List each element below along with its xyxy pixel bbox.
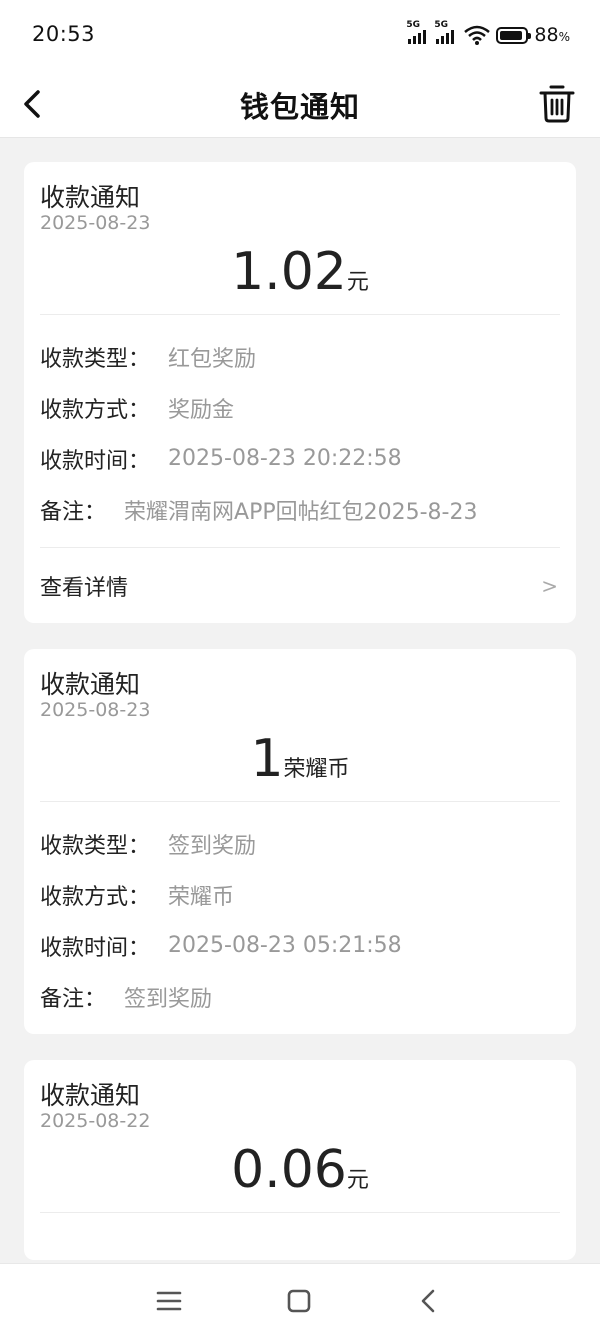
amount-value: 0.06 xyxy=(231,1140,347,1200)
row-payment-time: 收款时间： 2025-08-23 20:22:58 xyxy=(40,433,560,484)
row-label: 收款方式： xyxy=(40,884,151,910)
detail-rows: 收款类型： 红包奖励 收款方式： 奖励金 收款时间： 2025-08-23 20… xyxy=(40,315,560,547)
nav-home-button[interactable] xyxy=(284,1286,314,1316)
amount-unit: 元 xyxy=(346,270,369,295)
notification-card: 收款通知 2025-08-22 0.06元 xyxy=(24,1060,576,1260)
notification-card: 收款通知 2025-08-23 1.02元 收款类型： 红包奖励 收款方式： 奖… xyxy=(24,162,576,623)
amount: 0.06元 xyxy=(40,1140,560,1200)
signal-label-1: 5G xyxy=(406,20,421,30)
system-nav-bar xyxy=(0,1263,600,1335)
row-value: 荣耀渭南网APP回帖红包2025-8-23 xyxy=(124,499,478,525)
row-payment-type: 收款类型： 红包奖励 xyxy=(40,331,560,382)
card-title: 收款通知 xyxy=(40,1081,141,1110)
signal-label-2: 5G xyxy=(434,20,449,30)
status-icons: 5G 5G 88% xyxy=(406,20,570,46)
card-date: 2025-08-22 xyxy=(40,1110,151,1132)
notification-list: 收款通知 2025-08-23 1.02元 收款类型： 红包奖励 收款方式： 奖… xyxy=(24,162,576,1286)
row-label: 收款时间： xyxy=(40,935,151,961)
card-title: 收款通知 xyxy=(40,183,141,212)
row-payment-method: 收款方式： 荣耀币 xyxy=(40,869,560,920)
row-label: 备注： xyxy=(40,499,107,525)
amount: 1荣耀币 xyxy=(40,729,560,789)
status-time: 20:53 xyxy=(32,22,96,46)
back-triangle-icon xyxy=(421,1289,435,1313)
nav-back-button[interactable] xyxy=(414,1286,444,1316)
amount-unit: 元 xyxy=(346,1168,369,1193)
row-value: 2025-08-23 05:21:58 xyxy=(168,933,402,958)
delete-button[interactable] xyxy=(536,80,578,126)
row-value: 红包奖励 xyxy=(168,346,257,372)
amount: 1.02元 xyxy=(40,242,560,302)
detail-rows: 收款类型： 签到奖励 收款方式： 荣耀币 收款时间： 2025-08-23 05… xyxy=(40,802,560,1034)
row-label: 收款方式： xyxy=(40,397,151,423)
amount-unit: 荣耀币 xyxy=(283,757,350,782)
page-title: 钱包通知 xyxy=(239,90,360,124)
row-remark: 备注： 签到奖励 xyxy=(40,971,560,1022)
row-label: 收款类型： xyxy=(40,346,151,372)
row-label: 收款类型： xyxy=(40,833,151,859)
card-date: 2025-08-23 xyxy=(40,699,151,721)
row-value: 荣耀币 xyxy=(168,884,235,910)
card-date: 2025-08-23 xyxy=(40,212,151,234)
row-payment-type: 收款类型： 签到奖励 xyxy=(40,818,560,869)
row-label: 备注： xyxy=(40,986,107,1012)
battery-percent: 88% xyxy=(534,24,570,46)
notification-card: 收款通知 2025-08-23 1荣耀币 收款类型： 签到奖励 收款方式： 荣耀… xyxy=(24,649,576,1034)
trash-icon xyxy=(539,85,575,123)
row-payment-method: 收款方式： 奖励金 xyxy=(40,382,560,433)
divider xyxy=(40,1212,560,1213)
row-value: 签到奖励 xyxy=(168,833,257,859)
row-value: 2025-08-23 20:22:58 xyxy=(168,446,402,471)
cellular-signal-icon: 5G xyxy=(434,20,458,44)
status-bar: 20:53 5G 5G 88% xyxy=(0,0,600,70)
row-label: 收款时间： xyxy=(40,448,151,474)
home-square-icon xyxy=(287,1289,311,1313)
menu-icon xyxy=(156,1291,182,1311)
row-value: 签到奖励 xyxy=(124,986,213,1012)
chevron-right-icon: > xyxy=(541,573,558,598)
cellular-signal-icon: 5G xyxy=(406,20,430,44)
nav-menu-button[interactable] xyxy=(154,1286,184,1316)
row-remark: 备注： 荣耀渭南网APP回帖红包2025-8-23 xyxy=(40,484,560,535)
header: 钱包通知 xyxy=(0,70,600,138)
card-title: 收款通知 xyxy=(40,670,141,699)
wifi-icon xyxy=(464,25,491,45)
battery-icon xyxy=(496,26,532,44)
row-payment-time: 收款时间： 2025-08-23 05:21:58 xyxy=(40,920,560,971)
view-details-label: 查看详情 xyxy=(40,575,129,601)
row-value: 奖励金 xyxy=(168,397,235,423)
amount-value: 1.02 xyxy=(231,242,347,302)
amount-value: 1 xyxy=(250,729,284,789)
view-details-link[interactable]: 查看详情 > xyxy=(40,547,560,623)
